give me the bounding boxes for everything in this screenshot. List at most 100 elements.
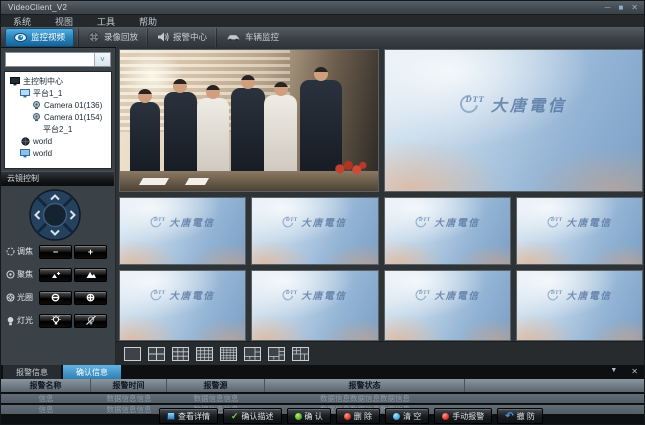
tab-label: 报警信息	[16, 367, 48, 378]
collapse-panel-icon[interactable]: ▼	[610, 367, 617, 376]
view-details-button[interactable]: 查看详情	[159, 408, 218, 424]
layout-25-button[interactable]	[218, 345, 239, 363]
tab-label: 确认信息	[76, 367, 108, 378]
watermark: DTT大唐電信	[277, 215, 352, 229]
col-alarm-name: 报警名称	[1, 379, 91, 392]
zoom-out-button[interactable]: −	[39, 245, 72, 259]
cell	[465, 394, 645, 403]
device-search-combobox[interactable]: ˅	[5, 52, 111, 67]
zoom-in-button[interactable]: +	[74, 245, 107, 259]
delete-button[interactable]: 删 除	[336, 408, 380, 424]
tree-label: 平台1_1	[33, 88, 62, 99]
ptz-iris-row: 光圈 ⊖ ⊕	[1, 286, 114, 309]
menu-view[interactable]: 视图	[43, 15, 85, 28]
focus-near-icon	[50, 270, 62, 279]
ptz-label: 聚焦	[17, 269, 33, 280]
layout-4-button[interactable]	[146, 345, 167, 363]
tree-item-camera-136[interactable]: Camera 01(136)	[5, 99, 111, 111]
menu-tools[interactable]: 工具	[85, 15, 127, 28]
layout-6-button[interactable]	[242, 345, 263, 363]
maximize-icon[interactable]: ■	[618, 2, 623, 13]
iris-open-button[interactable]: ⊕	[74, 291, 107, 305]
tab-live-video[interactable]: 监控视频	[5, 28, 74, 47]
menu-help[interactable]: 帮助	[127, 15, 169, 28]
close-panel-icon[interactable]: ✕	[631, 367, 638, 376]
video-tile[interactable]: DTT大唐電信	[516, 197, 643, 265]
light-icon	[6, 316, 15, 326]
tab-playback[interactable]: 录像回放	[78, 28, 147, 47]
cell: 数据信息信息	[167, 394, 265, 403]
chevron-down-icon[interactable]: ˅	[94, 53, 110, 66]
tab-alarm-center[interactable]: 报警中心	[147, 28, 216, 47]
layout-mixed-button[interactable]	[290, 345, 311, 363]
tree-label: world	[33, 137, 52, 146]
layout-16-button[interactable]	[194, 345, 215, 363]
video-tile[interactable]: DTT大唐電信	[251, 270, 378, 341]
menu-system[interactable]: 系统	[1, 15, 43, 28]
tree-label: Camera 01(136)	[44, 101, 102, 110]
watermark: DTT大唐電信	[542, 288, 617, 302]
tree-label: Camera 01(154)	[44, 113, 102, 122]
tab-confirm-info[interactable]: 确认信息	[63, 365, 121, 379]
combobox-field[interactable]	[6, 53, 94, 66]
alarm-table-header: 报警名称 报警时间 报警源 报警状态	[1, 379, 645, 392]
video-tile[interactable]: DTT大唐電信	[384, 49, 644, 192]
ptz-panel-header[interactable]: 云镜控制	[1, 171, 114, 186]
check-icon: ✓	[231, 412, 239, 420]
camera-icon	[31, 101, 41, 110]
device-tree: 主控制中心 平台1_1 Camera 01(136) Camera 01(154…	[4, 71, 112, 169]
tree-item-world-2[interactable]: world	[5, 147, 111, 159]
live-video-tile[interactable]	[119, 49, 379, 192]
tree-item-control-center[interactable]: 主控制中心	[5, 75, 111, 87]
layout-8-button[interactable]	[266, 345, 287, 363]
tree-label: world	[33, 149, 52, 158]
delete-icon	[344, 413, 351, 420]
tree-item-world-1[interactable]: world	[5, 135, 111, 147]
clear-button[interactable]: 清 空	[385, 408, 429, 424]
monitor-icon	[10, 77, 20, 86]
ptz-direction-pad[interactable]	[29, 189, 81, 246]
disarm-button[interactable]: ↶撤 防	[497, 408, 543, 424]
confirm-button[interactable]: 确 认	[287, 408, 331, 424]
cell: 信息	[1, 394, 91, 403]
manual-alarm-button[interactable]: 手动报警	[434, 408, 492, 424]
paper	[185, 178, 209, 185]
tree-item-platform-1[interactable]: 平台1_1	[5, 87, 111, 99]
light-on-button[interactable]	[39, 314, 72, 328]
tree-item-platform-2[interactable]: 平台2_1	[5, 123, 111, 135]
col-empty	[465, 379, 645, 392]
minimize-icon[interactable]: ─	[605, 2, 611, 13]
video-tile[interactable]: DTT大唐電信	[384, 270, 511, 341]
focus-near-button[interactable]	[39, 268, 72, 282]
video-tile[interactable]: DTT大唐電信	[119, 270, 246, 341]
person-silhouette	[197, 98, 229, 173]
video-tile[interactable]: DTT大唐電信	[516, 270, 643, 341]
video-tile[interactable]: DTT大唐電信	[251, 197, 378, 265]
ptz-title: 云镜控制	[1, 173, 39, 184]
cell: 数据信息数据信息数据信息	[265, 394, 465, 403]
video-tile[interactable]: DTT大唐電信	[119, 197, 246, 265]
close-icon[interactable]: ✕	[631, 2, 638, 13]
title-bar[interactable]: VideoClient_V2 ─ ■ ✕	[1, 1, 644, 14]
confirm-description-button[interactable]: ✓确认描述	[223, 408, 282, 424]
tab-label: 报警中心	[173, 31, 207, 43]
table-row[interactable]: 信息 数据信息信息 数据信息信息 数据信息数据信息数据信息	[1, 394, 645, 403]
video-tile[interactable]: DTT大唐電信	[384, 197, 511, 265]
tab-vehicle-monitor[interactable]: 车辆监控	[216, 28, 288, 47]
layout-9-button[interactable]	[170, 345, 191, 363]
iris-close-button[interactable]: ⊖	[39, 291, 72, 305]
sidebar: ˅ 主控制中心 平台1_1 Camera 01(136) Camera 01(1…	[1, 48, 116, 365]
tab-alarm-info[interactable]: 报警信息	[3, 365, 61, 379]
focus-far-button[interactable]	[74, 268, 107, 282]
focus-far-icon	[85, 270, 97, 279]
flowers	[333, 159, 367, 177]
ptz-focus-row: 聚焦	[1, 263, 114, 286]
brand-text: 大唐電信	[434, 288, 480, 302]
brand-text: 大唐電信	[169, 215, 215, 229]
video-client-window: VideoClient_V2 ─ ■ ✕ 系统 视图 工具 帮助 监控视频 录像…	[0, 0, 645, 425]
tree-item-camera-154[interactable]: Camera 01(154)	[5, 111, 111, 123]
light-off-button[interactable]	[74, 314, 107, 328]
brand-text: 大唐電信	[434, 215, 480, 229]
layout-1-button[interactable]	[122, 345, 143, 363]
col-alarm-source: 报警源	[167, 379, 265, 392]
